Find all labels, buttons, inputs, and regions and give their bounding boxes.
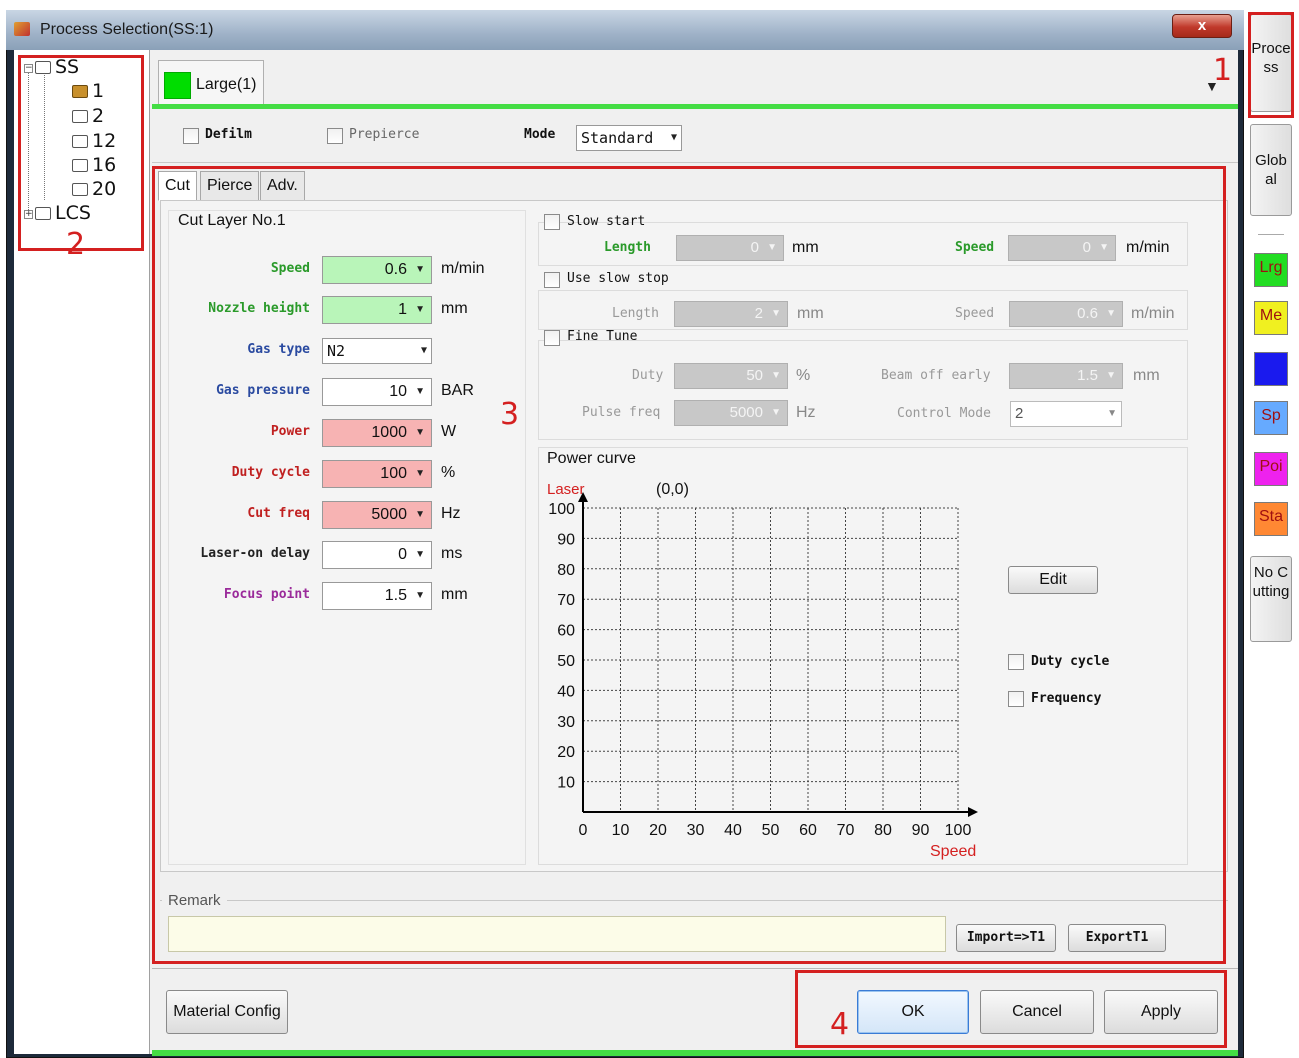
annotation-box-3 <box>152 166 1226 964</box>
window-title: Process Selection(SS:1) <box>40 21 214 38</box>
app-icon <box>14 22 30 36</box>
layer-swatch-2[interactable]: Me <box>1254 301 1288 335</box>
layer-swatch-5[interactable]: Poi <box>1254 452 1288 486</box>
side-tab-global[interactable]: Global <box>1250 124 1292 216</box>
layer-swatch-6[interactable]: Sta <box>1254 502 1288 536</box>
annotation-label-2: 2 <box>66 227 86 262</box>
material-config-button[interactable]: Material Config <box>166 990 288 1034</box>
layer-swatch-1[interactable]: Lrg <box>1254 253 1288 287</box>
defilm-checkbox[interactable] <box>183 128 199 144</box>
process-tab-label: Large(1) <box>196 76 257 93</box>
prepierce-label: Prepierce <box>349 127 420 142</box>
footer-separator <box>152 968 1238 969</box>
side-divider <box>1258 234 1284 235</box>
mode-value: Standard <box>581 129 654 147</box>
annotation-box-1 <box>1248 12 1294 118</box>
process-color-swatch <box>164 72 191 99</box>
annotation-label-3: 3 <box>500 397 520 432</box>
mode-label: Mode <box>524 127 556 142</box>
annotation-label-4: 4 <box>830 1007 850 1042</box>
annotation-box-4 <box>795 970 1227 1048</box>
defilm-label: Defilm <box>205 127 252 142</box>
chevron-down-icon: ▼ <box>670 132 677 143</box>
process-color-bar-bottom <box>152 1050 1238 1056</box>
mode-select[interactable]: Standard ▼ <box>576 125 682 151</box>
layer-swatch-4[interactable]: Sp <box>1254 401 1288 435</box>
process-color-bar <box>152 104 1238 109</box>
annotation-label-1: 1 <box>1213 53 1233 88</box>
separator <box>152 162 1238 163</box>
annotation-box-2 <box>18 55 144 251</box>
close-button[interactable]: x <box>1172 14 1232 38</box>
layer-swatch-3[interactable] <box>1254 352 1288 386</box>
side-tab-no-cutting[interactable]: No Cutting <box>1250 556 1292 642</box>
prepierce-checkbox[interactable] <box>327 128 343 144</box>
